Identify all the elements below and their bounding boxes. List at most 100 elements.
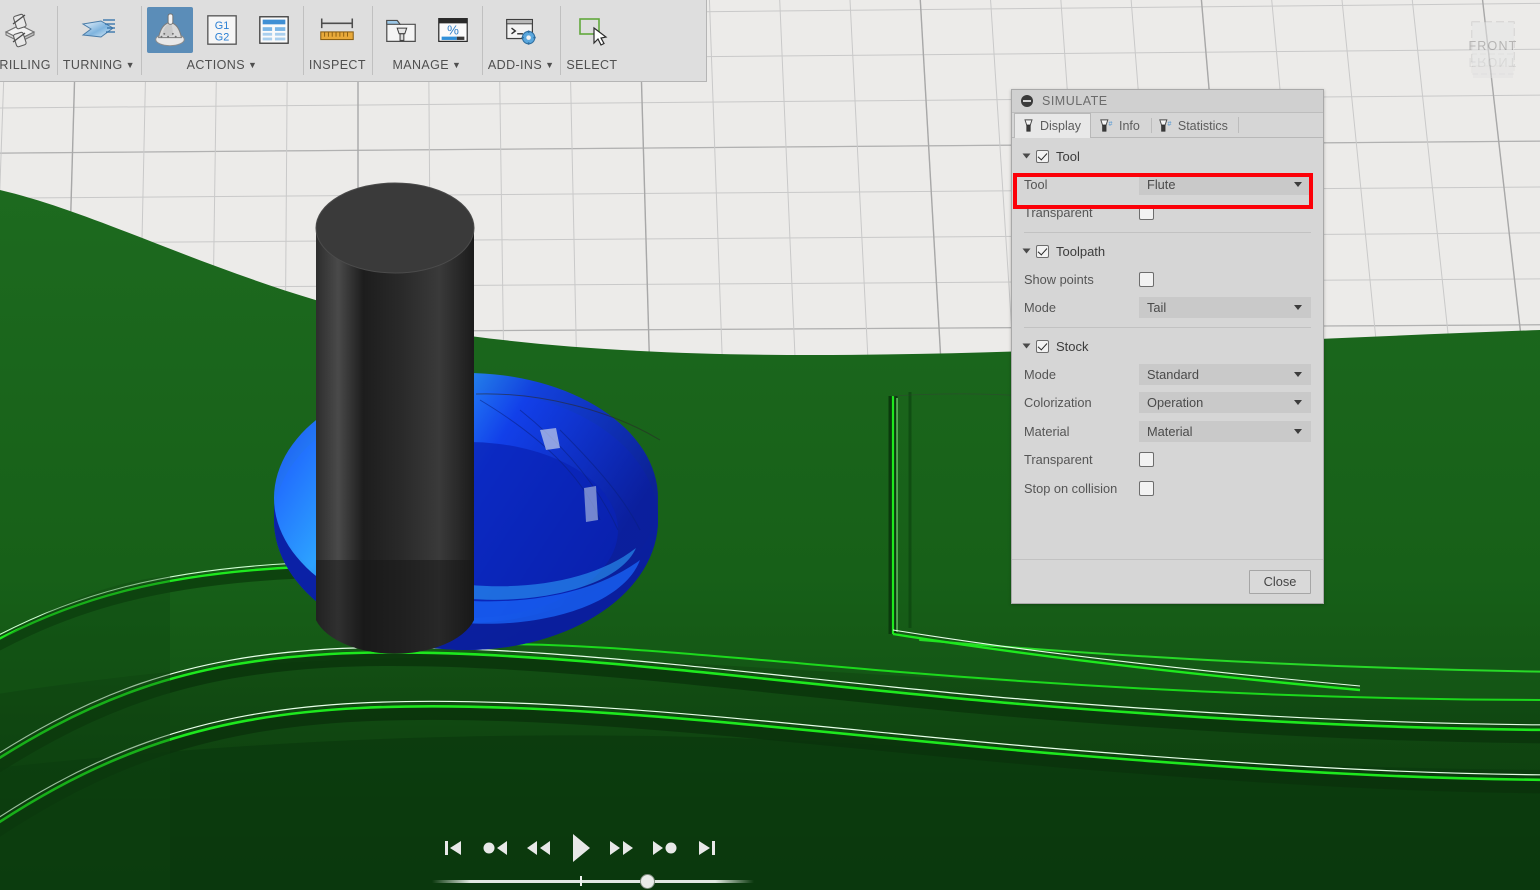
row-stock-colorization[interactable]: Colorization Operation (1012, 390, 1323, 415)
row-toolpath-show-points[interactable]: Show points (1012, 267, 1323, 292)
tool-library-button[interactable] (378, 7, 424, 53)
divider (1024, 327, 1311, 328)
step-forward-point-button[interactable] (649, 835, 681, 866)
stock-transparent-checkbox[interactable] (1139, 452, 1154, 467)
material-value: Material (1147, 423, 1193, 439)
label-material: Material (1024, 423, 1070, 439)
svg-text:G1: G1 (215, 20, 230, 32)
material-dropdown[interactable]: Material (1139, 420, 1311, 442)
skip-to-start-button[interactable] (440, 835, 466, 866)
toolbar-group-select: SELECT (560, 0, 623, 81)
tab-info[interactable]: # Info (1091, 113, 1150, 137)
row-tool-dropdown[interactable]: Tool Flute (1012, 172, 1323, 197)
chevron-expanded-icon[interactable] (1022, 153, 1031, 159)
step-forward-point-icon (653, 840, 677, 855)
chevron-down-icon[interactable] (1294, 428, 1302, 434)
simulation-playback-controls[interactable] (440, 832, 720, 868)
dialog-footer: Close (1012, 559, 1323, 603)
chevron-down-icon[interactable]: ▼ (126, 60, 135, 70)
row-tool-transparent[interactable]: Transparent (1012, 200, 1323, 225)
chevron-down-icon[interactable]: ▼ (545, 60, 554, 70)
toolbar-label-addins-text: ADD-INS (487, 58, 543, 72)
chevron-down-icon[interactable] (1294, 400, 1302, 405)
simulate-button[interactable] (146, 7, 193, 53)
toolbar-label-manage: MANAGE ▼ (392, 58, 461, 78)
simulation-timeline-slider[interactable] (432, 874, 754, 889)
timeline-handle[interactable] (640, 874, 656, 889)
addins-button[interactable] (498, 7, 544, 53)
toolbar-label-drilling: DRILLING (0, 58, 51, 72)
section-toolpath-checkbox[interactable] (1036, 244, 1049, 258)
toolpath-mode-value: Tail (1147, 300, 1167, 315)
setup-sheet-button[interactable] (251, 7, 297, 53)
section-tool-label: Tool (1056, 148, 1080, 164)
stop-on-collision-checkbox[interactable] (1139, 480, 1154, 496)
post-process-button[interactable]: G1 G2 (199, 7, 245, 53)
dialog-tabs[interactable]: Display # Info # Statistics (1012, 113, 1323, 138)
svg-text:#: # (1167, 121, 1171, 128)
skip-to-end-button[interactable] (694, 835, 720, 866)
tool-statistics-icon: # (1159, 118, 1171, 132)
g1g2-post-process-icon: G1 G2 (207, 15, 237, 45)
rewind-button[interactable] (524, 835, 554, 866)
chevron-expanded-icon[interactable] (1022, 343, 1031, 349)
close-button[interactable]: Close (1249, 569, 1311, 594)
section-header-tool[interactable]: Tool (1012, 144, 1323, 168)
row-stock-material[interactable]: Material Material (1012, 419, 1323, 444)
ribbon-toolbar[interactable]: DRILLING TURNING▼ (0, 0, 707, 82)
row-toolpath-mode[interactable]: Mode Tail (1012, 295, 1323, 320)
toolpath-mode-dropdown[interactable]: Tail (1139, 297, 1311, 318)
view-cube[interactable]: FRONT FRONT (1446, 10, 1532, 94)
play-button[interactable] (567, 831, 593, 870)
section-stock-checkbox[interactable] (1036, 339, 1049, 353)
dialog-title-bar[interactable]: SIMULATE (1012, 90, 1323, 113)
chevron-down-icon[interactable] (1294, 181, 1302, 187)
chevron-down-icon[interactable]: ▼ (248, 60, 257, 70)
section-header-stock[interactable]: Stock (1012, 334, 1323, 358)
row-stop-on-collision[interactable]: Stop on collision (1012, 476, 1323, 501)
tool-transparent-checkbox[interactable] (1139, 205, 1154, 220)
section-header-toolpath[interactable]: Toolpath (1012, 239, 1323, 263)
toolbar-group-manage: % MANAGE ▼ (371, 0, 482, 81)
label-colorization: Colorization (1024, 395, 1092, 410)
tab-display[interactable]: Display (1014, 113, 1091, 138)
inspect-button[interactable] (314, 7, 360, 53)
svg-text:FRONT: FRONT (1468, 55, 1517, 69)
fast-forward-button[interactable] (606, 835, 636, 866)
toolbar-label-actions-text: ACTIONS (186, 58, 245, 72)
measure-ruler-icon (320, 18, 355, 41)
chevron-down-icon[interactable]: ▼ (452, 60, 461, 70)
tab-statistics[interactable]: # Statistics (1150, 113, 1238, 137)
toolbar-group-drilling: DRILLING (0, 0, 57, 81)
setup-sheet-icon (259, 16, 289, 44)
simulate-dialog[interactable]: SIMULATE Display # Info # Statistics Too… (1011, 89, 1324, 604)
chevron-down-icon[interactable] (1294, 371, 1302, 377)
colorization-dropdown[interactable]: Operation (1139, 392, 1311, 413)
drilling-icon (5, 13, 36, 48)
collapse-icon[interactable] (1021, 95, 1033, 107)
timeline-track[interactable] (432, 880, 754, 883)
turning-button[interactable] (76, 7, 122, 53)
svg-text:G2: G2 (215, 31, 230, 43)
tab-info-label: Info (1119, 118, 1140, 133)
show-points-checkbox[interactable] (1139, 271, 1154, 287)
section-tool-checkbox[interactable] (1036, 149, 1049, 163)
row-stock-transparent[interactable]: Transparent (1012, 447, 1323, 472)
svg-text:#: # (1108, 121, 1112, 128)
machining-time-button[interactable]: % (430, 7, 476, 53)
tab-statistics-label: Statistics (1177, 118, 1228, 133)
section-stock-label: Stock (1056, 338, 1089, 354)
simulate-icon (155, 13, 185, 47)
tool-library-icon (386, 19, 416, 42)
label-stop-on-collision: Stop on collision (1024, 480, 1118, 496)
select-cursor-icon (579, 18, 608, 46)
row-stock-mode[interactable]: Mode Standard (1012, 362, 1323, 387)
dialog-body: Tool Tool Flute Transparent Toolpath Sho… (1012, 138, 1323, 559)
chevron-expanded-icon[interactable] (1022, 248, 1031, 254)
step-back-point-button[interactable] (479, 835, 511, 866)
chevron-down-icon[interactable] (1294, 305, 1302, 310)
stock-mode-dropdown[interactable]: Standard (1139, 363, 1311, 385)
select-button[interactable] (569, 7, 615, 53)
drilling-button[interactable] (0, 7, 43, 53)
tool-dropdown[interactable]: Flute (1139, 173, 1311, 195)
